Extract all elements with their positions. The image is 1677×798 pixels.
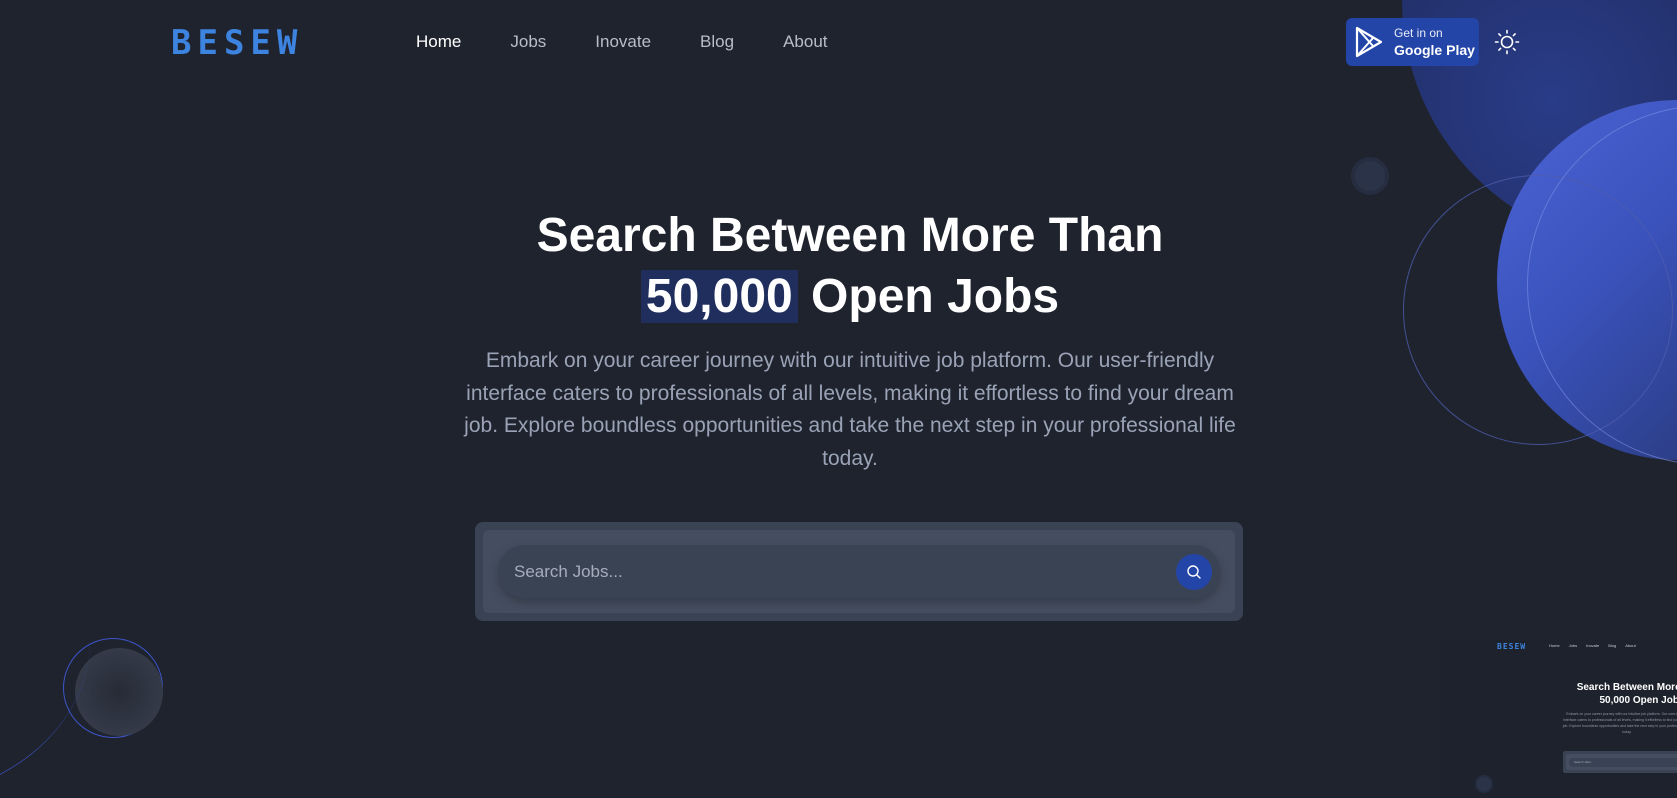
thumb-title-line2: 50,000 Open Jobs [1599, 695, 1677, 706]
nav-item-blog[interactable]: Blog [700, 31, 734, 53]
thumb-decor-dot [1475, 775, 1493, 793]
hero-title: Search Between More Than 50,000 Open Job… [0, 205, 1677, 327]
hero-title-line1: Search Between More Than [536, 209, 1164, 262]
google-play-button[interactable]: Get in on Google Play [1346, 18, 1479, 66]
search-bar [498, 545, 1220, 598]
decor-ring [63, 638, 163, 738]
thumb-subtitle: Embark on your career journey with our i… [1562, 712, 1677, 734]
hero-title-line2: 50,000 Open Jobs [0, 266, 1677, 327]
page-preview-thumbnail: BESEW Home Jobs Inovate Blog About Searc… [1440, 640, 1677, 798]
nav-item-jobs[interactable]: Jobs [510, 31, 546, 53]
search-button[interactable] [1176, 554, 1212, 590]
search-input[interactable] [498, 545, 1220, 598]
google-play-big-label: Google Play [1394, 42, 1475, 58]
thumb-nav: Home Jobs Inovate Blog About [1549, 643, 1636, 648]
thumb-search-panel: Search Jobs... [1563, 751, 1677, 773]
decor-dot [1351, 157, 1389, 195]
thumb-nav-item: Jobs [1568, 643, 1578, 648]
hero-title-highlight: 50,000 [640, 270, 798, 323]
site-header: BESEW Home Jobs Inovate Blog About Get i… [0, 0, 1677, 84]
decor-ball [75, 648, 163, 736]
thumb-nav-item: Blog [1608, 643, 1617, 648]
google-play-icon [1355, 26, 1383, 58]
google-play-small-label: Get in on [1394, 26, 1443, 40]
thumb-title-line1: Search Between More Than [1576, 682, 1677, 693]
brand-logo[interactable]: BESEW [171, 26, 303, 60]
thumb-search-inner: Search Jobs... [1566, 754, 1677, 770]
main-nav: Home Jobs Inovate Blog About [416, 31, 828, 53]
hero-title-line2-rest: Open Jobs [797, 270, 1060, 323]
thumb-title: Search Between More Than 50,000 Open Job… [1572, 681, 1677, 707]
hero-subtitle: Embark on your career journey with our i… [464, 349, 1236, 470]
nav-item-about[interactable]: About [783, 31, 827, 53]
nav-item-inovate[interactable]: Inovate [595, 31, 651, 53]
sun-icon[interactable] [1494, 29, 1520, 55]
thumb-nav-item: About [1625, 643, 1636, 648]
search-icon [1187, 565, 1201, 579]
google-play-text: Get in on Google Play [1394, 25, 1475, 59]
search-panel-inner [483, 530, 1235, 613]
thumb-nav-item: Inovate [1586, 643, 1600, 648]
nav-item-home[interactable]: Home [416, 31, 461, 53]
thumb-search-bar: Search Jobs... [1569, 758, 1677, 767]
decor-arc [0, 480, 90, 798]
search-panel [475, 522, 1243, 621]
thumb-logo: BESEW [1497, 642, 1527, 651]
thumb-nav-item: Home [1549, 643, 1560, 648]
